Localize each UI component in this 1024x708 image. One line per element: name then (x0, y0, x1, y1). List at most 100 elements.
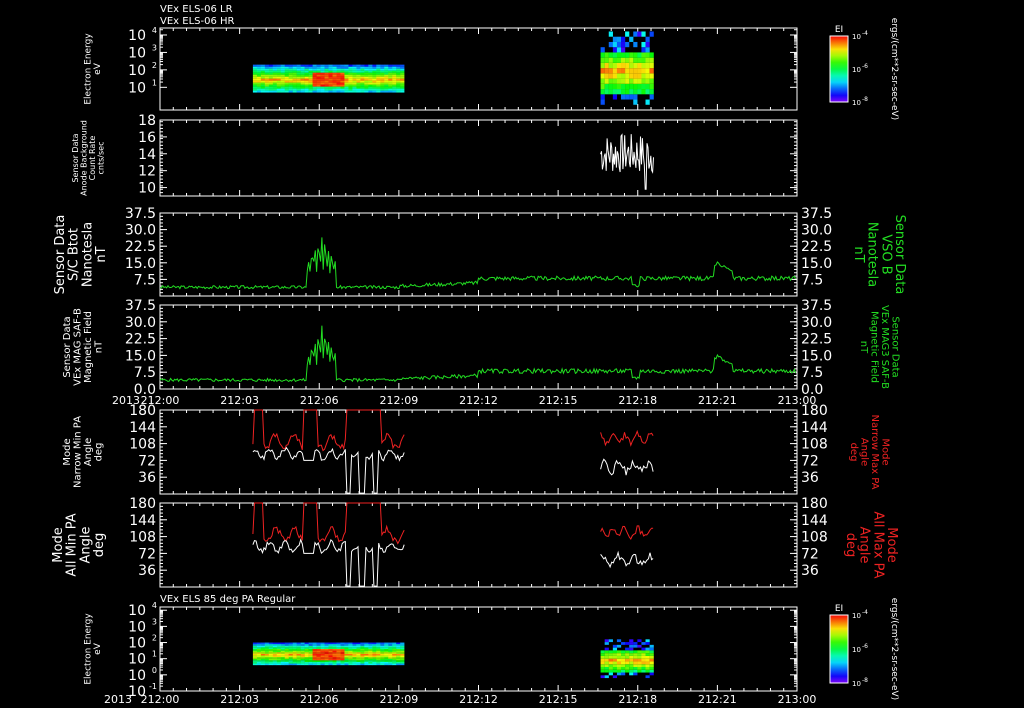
spectrogram-cell (304, 660, 309, 662)
spectrogram-cell (340, 78, 345, 81)
spectrogram-cell (340, 88, 345, 91)
spectrogram-cell (348, 660, 353, 662)
spectrogram-cell (284, 661, 289, 664)
spectrogram-cell (280, 68, 285, 71)
spectrogram-cell (629, 52, 634, 58)
spectrogram-cell (360, 657, 365, 659)
spectrogram-cell (288, 653, 293, 656)
spectrogram-cell (320, 657, 325, 659)
spectrogram-cell (368, 80, 373, 83)
spectrogram-cell (284, 644, 289, 646)
y-tick-label: 18 (138, 113, 156, 129)
spectrogram-cell (296, 64, 301, 67)
spectrogram-cell (260, 86, 266, 89)
spectrogram-cell (328, 76, 333, 79)
spectrogram-cell (356, 660, 361, 662)
spectrogram-cell (296, 642, 301, 645)
spectrogram-cell (340, 649, 345, 651)
spectrogram-cell (392, 68, 397, 71)
spectrogram-cell (368, 655, 373, 658)
spectrogram-cell (604, 73, 609, 79)
spectrogram-cell (336, 650, 341, 653)
spectrogram-cell (376, 72, 381, 75)
spectrogram-cell (348, 90, 353, 93)
spectrogram-cell (612, 68, 618, 74)
spectrogram-cell (621, 672, 626, 676)
spectrogram-cell (284, 64, 289, 67)
spectrogram-cell (645, 83, 650, 90)
spectrogram-cell (360, 66, 365, 69)
spectrogram-cell (300, 90, 305, 93)
spectrogram-cell (621, 62, 626, 69)
spectrogram-cell (284, 657, 289, 659)
spectrogram-cell (376, 649, 381, 651)
spectrogram-cell (621, 36, 626, 42)
spectrogram-cell (612, 647, 618, 651)
spectrogram-cell (616, 658, 622, 662)
spectrogram-cell (304, 650, 309, 653)
spectrogram-cell (645, 658, 650, 662)
spectrogram-cell (604, 664, 609, 667)
spectrogram-cell (312, 84, 317, 87)
spectrogram-cell (352, 88, 357, 91)
spectrogram-cell (376, 76, 381, 79)
spectrogram-cell (360, 76, 365, 79)
spectrogram-cell (320, 76, 325, 79)
spectrogram-cell (264, 66, 270, 69)
spectrogram-cell (296, 76, 301, 79)
spectrogram-cell (268, 644, 274, 646)
spectrogram-cell (616, 41, 622, 48)
spectrogram-cell (612, 41, 618, 48)
spectrogram-cell (637, 669, 642, 673)
spectrogram-cell (312, 66, 317, 69)
spectrogram-cell (376, 74, 381, 77)
spectrogram-cell (608, 78, 613, 84)
spectrogram-cell (372, 68, 377, 71)
spectrogram-cell (392, 661, 397, 664)
spectrogram-cell (376, 647, 381, 649)
spectrogram-cell (296, 663, 301, 666)
spectrogram-cell (336, 653, 341, 656)
spectrogram-cell (352, 68, 357, 71)
label-line: Angle (83, 438, 94, 466)
spectrogram-cell (380, 645, 385, 648)
spectrogram-cell (352, 64, 357, 67)
spectrogram-cell (352, 90, 357, 93)
spectrogram-cell (364, 88, 369, 91)
spectrogram-cell (260, 70, 266, 73)
spectrogram-cell (356, 66, 361, 69)
spectrogram-cell (364, 76, 369, 79)
spectrogram-cell (340, 74, 345, 77)
spectrogram-cell (368, 70, 373, 73)
spectrogram-cell (344, 76, 349, 79)
spectrogram-cell (288, 660, 293, 662)
spectrogram-cell (284, 642, 289, 645)
spectrogram-cell (252, 653, 258, 656)
spectrogram-cell (372, 78, 377, 81)
y-tick-label: 108 (129, 437, 156, 453)
spectrogram-cell (616, 664, 622, 667)
spectrogram-cell (396, 645, 401, 648)
spectrogram-cell (324, 655, 329, 658)
spectrogram-cell (332, 655, 337, 658)
spectrogram-cell (312, 80, 317, 83)
spectrogram-cell (328, 74, 333, 77)
spectrogram-cell (641, 73, 646, 79)
y-tick-label: 7.5 (134, 272, 156, 288)
spectrogram-cell (324, 663, 329, 666)
spectrogram-cell (292, 655, 297, 658)
spectrogram-cell (641, 669, 646, 673)
spectrogram-cell (272, 76, 278, 79)
y-tick-label: 10 (128, 636, 146, 652)
spectrogram-cell (649, 52, 654, 58)
y-tick-exponent: 2 (152, 634, 157, 643)
spectrogram-cell (352, 660, 357, 662)
spectrogram-cell (388, 84, 393, 87)
spectrogram-cell (641, 68, 646, 74)
y-tick-exponent: 4 (152, 26, 157, 35)
time-tick-label: 212:12 (459, 693, 498, 706)
spectrogram-cell (352, 82, 357, 85)
spectrogram-cell (332, 74, 337, 77)
spectrogram-cell (645, 650, 650, 654)
spectrogram-cell (368, 68, 373, 71)
